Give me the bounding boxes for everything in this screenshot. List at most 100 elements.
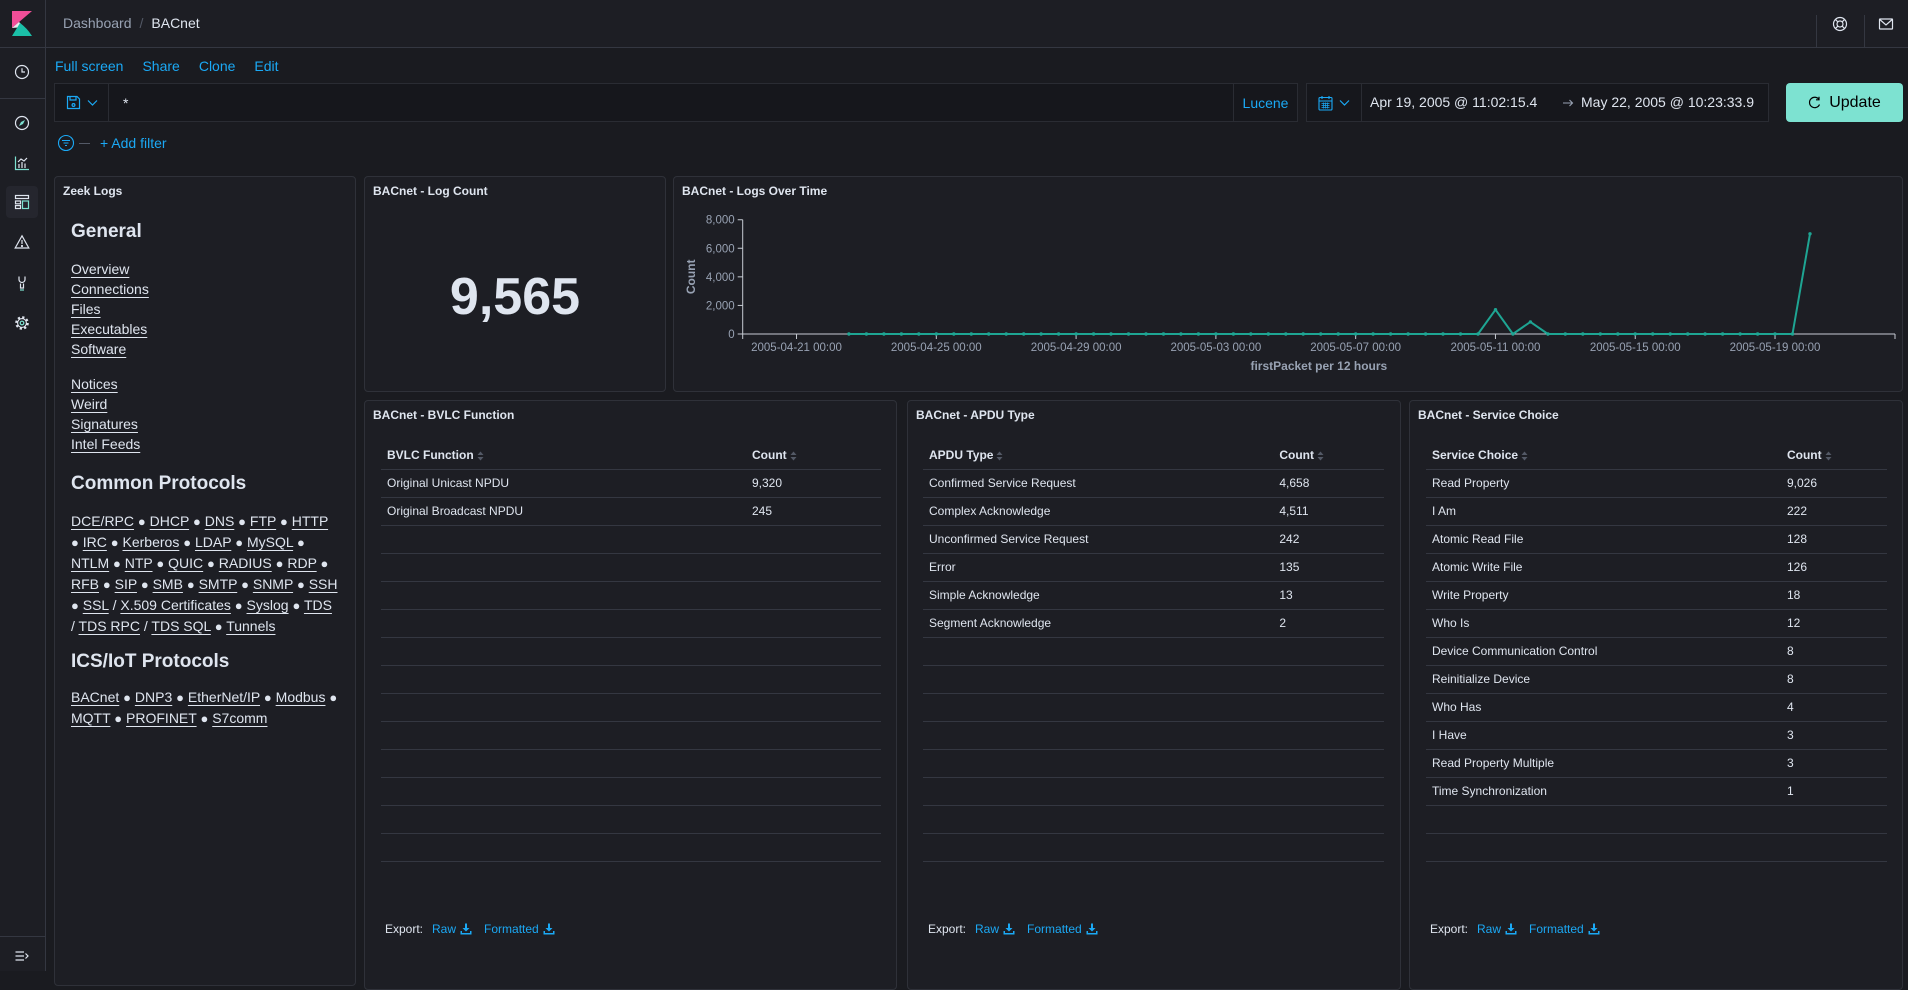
- query-input[interactable]: [115, 84, 1225, 121]
- kibana-logo-button[interactable]: [0, 0, 46, 47]
- query-language-button[interactable]: Lucene: [1233, 84, 1297, 121]
- filter-icon[interactable]: [57, 134, 75, 152]
- dashboard-link[interactable]: Signatures: [71, 414, 138, 434]
- protocol-link[interactable]: BACnet: [71, 689, 119, 705]
- column-header-term[interactable]: Service Choice: [1426, 441, 1781, 470]
- protocol-link[interactable]: IRC: [83, 534, 107, 550]
- protocol-link[interactable]: RADIUS: [219, 555, 272, 571]
- nav-management[interactable]: [6, 307, 38, 339]
- protocol-link[interactable]: Kerberos: [123, 534, 180, 550]
- term-cell[interactable]: Device Communication Control: [1426, 637, 1781, 666]
- nav-visualize[interactable]: [6, 147, 38, 179]
- term-cell[interactable]: I Have: [1426, 721, 1781, 750]
- add-filter-button[interactable]: + Add filter: [100, 134, 167, 152]
- nav-collapse-button[interactable]: [6, 940, 38, 972]
- term-cell[interactable]: Reinitialize Device: [1426, 665, 1781, 694]
- term-cell[interactable]: Segment Acknowledge: [923, 609, 1274, 638]
- protocol-link[interactable]: Tunnels: [226, 618, 275, 634]
- term-cell[interactable]: Atomic Write File: [1426, 553, 1781, 582]
- protocol-link[interactable]: RFB: [71, 576, 99, 592]
- protocol-link[interactable]: S7comm: [212, 710, 267, 726]
- export-formatted-link[interactable]: Formatted: [484, 920, 555, 938]
- protocol-link[interactable]: SSL: [83, 597, 109, 613]
- protocol-link[interactable]: EtherNet/IP: [188, 689, 260, 705]
- term-cell[interactable]: Simple Acknowledge: [923, 581, 1274, 610]
- protocol-link[interactable]: NTP: [125, 555, 153, 571]
- dashboard-link[interactable]: Files: [71, 299, 101, 319]
- protocol-link[interactable]: DNP3: [135, 689, 172, 705]
- term-cell[interactable]: I Am: [1426, 497, 1781, 526]
- nav-dashboard[interactable]: [6, 186, 38, 218]
- protocol-link[interactable]: SMB: [153, 576, 183, 592]
- protocol-link[interactable]: MQTT: [71, 710, 110, 726]
- breadcrumb-dashboard[interactable]: Dashboard: [63, 14, 132, 32]
- term-cell[interactable]: Who Has: [1426, 693, 1781, 722]
- protocol-link[interactable]: DCE/RPC: [71, 513, 134, 529]
- term-cell[interactable]: Time Synchronization: [1426, 777, 1781, 806]
- protocol-link[interactable]: TDS RPC: [79, 618, 140, 634]
- share-link[interactable]: Share: [142, 57, 179, 75]
- protocol-link[interactable]: SIP: [115, 576, 137, 592]
- full-screen-link[interactable]: Full screen: [55, 57, 123, 75]
- clone-link[interactable]: Clone: [199, 57, 236, 75]
- protocol-link[interactable]: PROFINET: [126, 710, 197, 726]
- help-button[interactable]: [1816, 0, 1864, 47]
- protocol-link[interactable]: SSH: [309, 576, 338, 592]
- protocol-link[interactable]: MySQL: [247, 534, 293, 550]
- protocol-link[interactable]: SMTP: [199, 576, 238, 592]
- term-cell[interactable]: Error: [923, 553, 1274, 582]
- protocol-link[interactable]: SNMP: [253, 576, 293, 592]
- protocol-link[interactable]: DNS: [205, 513, 235, 529]
- nav-discover[interactable]: [6, 107, 38, 139]
- dashboard-link[interactable]: Software: [71, 339, 126, 359]
- export-formatted-link[interactable]: Formatted: [1529, 920, 1600, 938]
- term-cell[interactable]: Who Is: [1426, 609, 1781, 638]
- nav-alerts[interactable]: [6, 226, 38, 258]
- protocol-link[interactable]: QUIC: [168, 555, 203, 571]
- update-button[interactable]: Update: [1786, 83, 1903, 122]
- dashboard-link[interactable]: Weird: [71, 394, 107, 414]
- protocol-link[interactable]: Syslog: [247, 597, 289, 613]
- dashboard-link[interactable]: Executables: [71, 319, 147, 339]
- column-header-term[interactable]: APDU Type: [923, 441, 1274, 470]
- end-date[interactable]: May 22, 2005 @ 10:23:33.9: [1581, 84, 1754, 121]
- protocol-link[interactable]: X.509 Certificates: [120, 597, 231, 613]
- protocol-link[interactable]: TDS: [304, 597, 332, 613]
- term-cell[interactable]: Read Property Multiple: [1426, 749, 1781, 778]
- column-header-term[interactable]: BVLC Function: [381, 441, 746, 470]
- term-cell[interactable]: Unconfirmed Service Request: [923, 525, 1274, 554]
- protocol-link[interactable]: NTLM: [71, 555, 109, 571]
- quick-select-button[interactable]: [1307, 84, 1362, 121]
- term-cell[interactable]: Confirmed Service Request: [923, 469, 1274, 498]
- term-cell[interactable]: Read Property: [1426, 469, 1781, 498]
- protocol-link[interactable]: FTP: [250, 513, 276, 529]
- dashboard-link[interactable]: Overview: [71, 259, 129, 279]
- export-raw-link[interactable]: Raw: [975, 920, 1015, 938]
- export-raw-link[interactable]: Raw: [1477, 920, 1517, 938]
- term-cell[interactable]: Write Property: [1426, 581, 1781, 610]
- newsfeed-button[interactable]: [1864, 0, 1908, 47]
- protocol-link[interactable]: HTTP: [292, 513, 328, 529]
- dashboard-link[interactable]: Connections: [71, 279, 149, 299]
- term-cell[interactable]: Original Broadcast NPDU: [381, 497, 746, 526]
- term-cell[interactable]: Atomic Read File: [1426, 525, 1781, 554]
- start-date[interactable]: Apr 19, 2005 @ 11:02:15.4: [1370, 84, 1537, 121]
- export-formatted-link[interactable]: Formatted: [1027, 920, 1098, 938]
- column-header-count[interactable]: Count: [746, 441, 881, 470]
- protocol-link[interactable]: RDP: [287, 555, 316, 571]
- protocol-link[interactable]: TDS SQL: [151, 618, 210, 634]
- protocol-link[interactable]: DHCP: [150, 513, 189, 529]
- export-raw-link[interactable]: Raw: [432, 920, 472, 938]
- dashboard-link[interactable]: Intel Feeds: [71, 434, 140, 454]
- dashboard-link[interactable]: Notices: [71, 374, 118, 394]
- term-cell[interactable]: Complex Acknowledge: [923, 497, 1274, 526]
- column-header-count[interactable]: Count: [1780, 441, 1887, 470]
- nav-recently-viewed[interactable]: [6, 56, 38, 88]
- term-cell[interactable]: Original Unicast NPDU: [381, 469, 746, 498]
- protocol-link[interactable]: Modbus: [276, 689, 326, 705]
- nav-dev-tools[interactable]: [6, 267, 38, 299]
- protocol-link[interactable]: LDAP: [195, 534, 231, 550]
- edit-link[interactable]: Edit: [254, 57, 278, 75]
- column-header-count[interactable]: Count: [1273, 441, 1384, 470]
- saved-query-button[interactable]: [55, 84, 109, 121]
